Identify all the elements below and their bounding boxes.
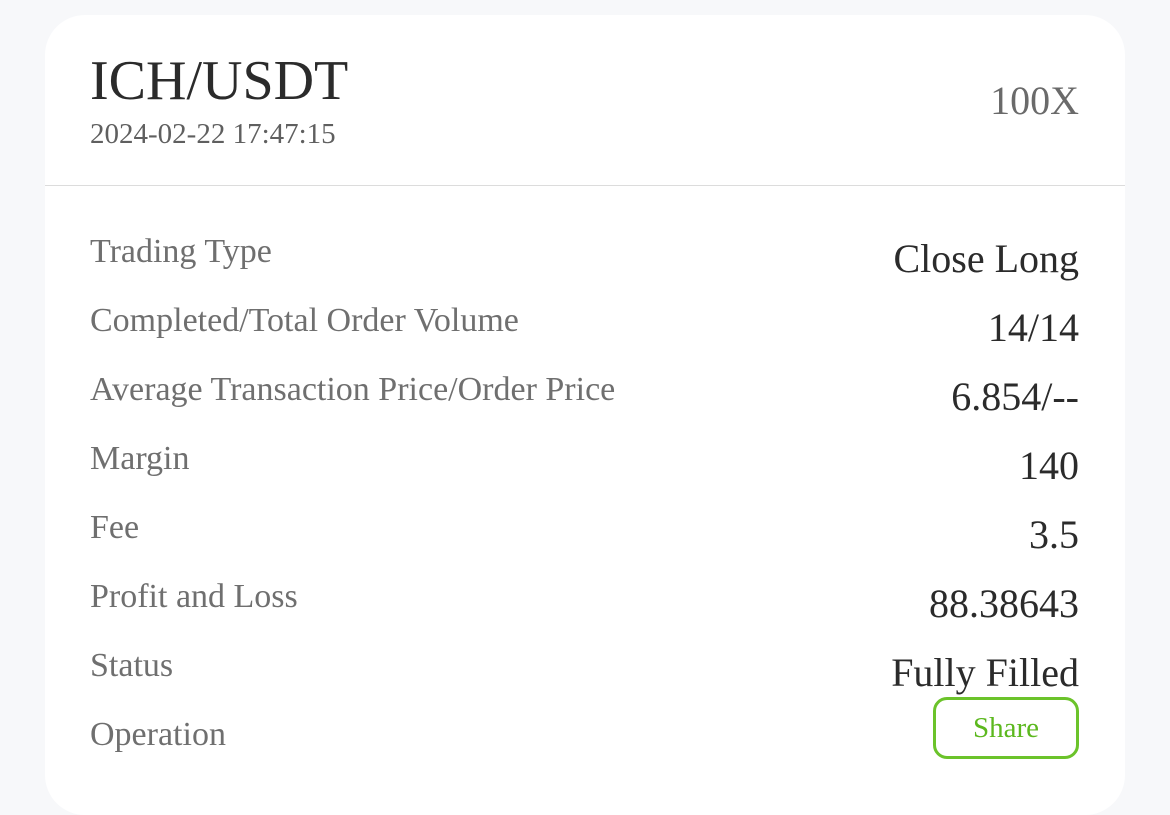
detail-row-profit-and-loss: Profit and Loss 88.38643	[90, 578, 1079, 647]
order-header: ICH/USDT 2024-02-22 17:47:15 100X	[45, 15, 1125, 186]
detail-row-order-volume: Completed/Total Order Volume 14/14	[90, 302, 1079, 371]
detail-label: Fee	[90, 509, 140, 546]
detail-label: Trading Type	[90, 233, 272, 270]
detail-row-trading-type: Trading Type Close Long	[90, 233, 1079, 302]
detail-label: Profit and Loss	[90, 578, 298, 615]
detail-label: Operation	[90, 716, 226, 753]
status-value: Fully Filled	[891, 650, 1079, 695]
share-button[interactable]: Share	[933, 697, 1079, 759]
detail-value: 6.854/--	[951, 374, 1079, 419]
detail-value: Close Long	[893, 236, 1079, 281]
detail-row-margin: Margin 140	[90, 440, 1079, 509]
detail-label: Completed/Total Order Volume	[90, 302, 519, 339]
detail-row-status: Status Fully Filled	[90, 647, 1079, 716]
detail-label: Margin	[90, 440, 190, 477]
detail-value: 140	[1019, 443, 1079, 488]
detail-value: 88.38643	[929, 581, 1079, 626]
order-details-list: Trading Type Close Long Completed/Total …	[90, 233, 1079, 785]
detail-value: 14/14	[987, 305, 1079, 350]
detail-value: 3.5	[1029, 512, 1079, 557]
detail-row-average-price: Average Transaction Price/Order Price 6.…	[90, 371, 1079, 440]
detail-row-fee: Fee 3.5	[90, 509, 1079, 578]
detail-label: Status	[90, 647, 174, 684]
trading-pair: ICH/USDT	[90, 50, 349, 112]
order-timestamp: 2024-02-22 17:47:15	[90, 118, 336, 150]
order-detail-card: ICH/USDT 2024-02-22 17:47:15 100X Tradin…	[45, 15, 1125, 815]
detail-row-operation: Operation Share	[90, 697, 1079, 785]
leverage-badge: 100X	[990, 78, 1079, 123]
detail-label: Average Transaction Price/Order Price	[90, 371, 616, 408]
